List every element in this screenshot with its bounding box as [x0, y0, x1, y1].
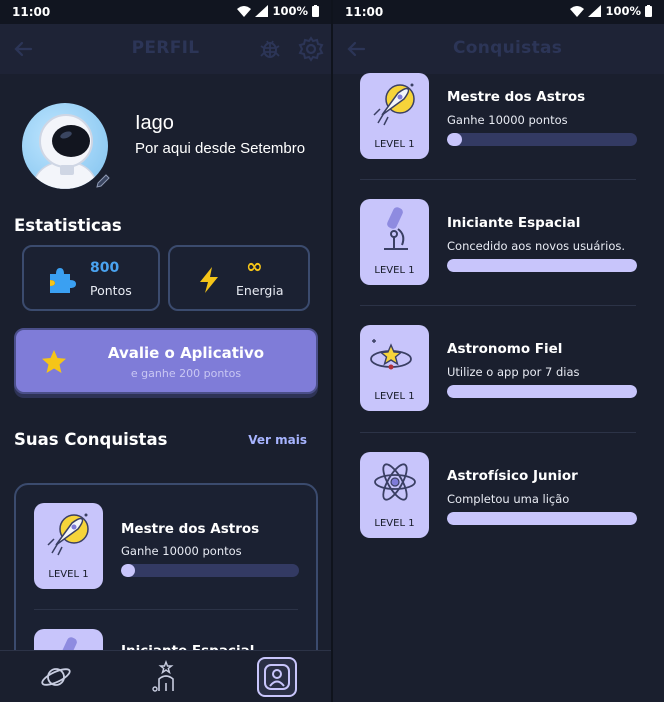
achievement-progress	[447, 512, 637, 525]
energy-card: ∞ Energia	[168, 245, 310, 311]
status-time: 11:00	[345, 5, 384, 19]
achievement-progress-fill	[447, 512, 637, 525]
profile-name: Iago	[135, 112, 174, 134]
achievement-badge: LEVEL 1	[360, 452, 429, 538]
status-bar: 11:00 100%	[333, 0, 664, 24]
rocket-icon	[373, 83, 415, 126]
see-more-link[interactable]: Ver mais	[248, 433, 307, 447]
divider	[360, 179, 636, 180]
achievement-level: LEVEL 1	[374, 265, 415, 276]
signal-icon	[255, 5, 269, 17]
achievement-title: Iniciante Espacial	[447, 215, 581, 231]
achievement-progress	[447, 259, 637, 272]
energy-label: Energia	[236, 283, 284, 298]
energy-value: ∞	[246, 254, 263, 278]
stats-title: Estatisticas	[14, 216, 122, 235]
points-card: 800 Pontos	[22, 245, 160, 311]
achievement-progress-fill	[447, 385, 637, 398]
achievement-desc: Concedido aos novos usuários.	[447, 239, 626, 253]
astronaut-icon[interactable]	[146, 659, 186, 695]
achievement-progress-fill	[447, 133, 463, 146]
profile-icon	[264, 664, 290, 690]
wifi-icon	[570, 5, 585, 17]
achievement-badge: LEVEL 1	[360, 73, 429, 159]
achievement-title: Mestre dos Astros	[447, 89, 586, 105]
achievement-level: LEVEL 1	[48, 569, 89, 580]
battery-icon	[645, 5, 652, 17]
planet-icon[interactable]	[36, 659, 76, 695]
signal-icon	[588, 5, 602, 17]
achievement-desc: Completou uma lição	[447, 492, 570, 506]
bug-report-icon[interactable]	[258, 37, 282, 61]
achievement-progress	[447, 385, 637, 398]
achievement-title: Mestre dos Astros	[121, 521, 260, 537]
atom-icon	[374, 463, 416, 501]
divider	[360, 432, 636, 433]
status-time: 11:00	[12, 5, 51, 19]
gear-icon[interactable]	[298, 36, 324, 62]
points-value: 800	[90, 260, 120, 276]
rate-app-subtitle: e ganhe 200 pontos	[130, 367, 242, 380]
lightning-icon	[200, 267, 218, 293]
edit-pencil-icon[interactable]	[94, 172, 112, 190]
achievement-level: LEVEL 1	[374, 391, 415, 402]
achievement-desc: Ganhe 10000 pontos	[121, 544, 242, 558]
achievement-progress	[447, 133, 637, 146]
rate-app-title: Avalie o Aplicativo	[107, 344, 265, 362]
achievement-badge: LEVEL 1	[360, 325, 429, 411]
microscope-icon	[384, 207, 408, 250]
achievement-badge: LEVEL 1	[360, 199, 429, 285]
status-bar: 11:00 100%	[0, 0, 331, 24]
divider	[34, 609, 298, 610]
battery-icon	[312, 5, 319, 17]
profile-screen: 11:00 100% PERFIL Iago Por aqui desde Se…	[0, 0, 331, 702]
rate-app-button[interactable]: Avalie o Aplicativo e ganhe 200 pontos	[14, 328, 318, 394]
profile-member-since: Por aqui desde Setembro	[135, 140, 306, 157]
app-bar: Conquistas	[333, 24, 664, 74]
battery-level: 100%	[272, 4, 308, 18]
wifi-icon	[237, 5, 252, 17]
achievements-title: Suas Conquistas	[14, 430, 168, 449]
page-title: Conquistas	[453, 38, 563, 58]
achievement-desc: Utilize o app por 7 dias	[447, 365, 580, 379]
bottom-nav	[0, 650, 331, 702]
divider	[360, 305, 636, 306]
rocket-icon	[47, 513, 89, 556]
achievement-badge: LEVEL 1	[34, 503, 103, 589]
achievement-title: Astronomo Fiel	[447, 341, 563, 357]
orbit-star-icon	[370, 339, 412, 370]
puzzle-icon	[50, 268, 76, 293]
achievement-title: Astrofísico Junior	[447, 468, 578, 484]
back-arrow-icon[interactable]	[345, 38, 367, 60]
achievement-progress	[121, 564, 299, 577]
achievement-progress-fill	[121, 564, 136, 577]
battery-level: 100%	[605, 4, 641, 18]
achievement-level: LEVEL 1	[374, 139, 415, 150]
points-label: Pontos	[90, 283, 132, 298]
profile-nav-button[interactable]	[257, 657, 297, 697]
achievements-screen: 11:00 100% Conquistas LEVEL 1 Mestre dos…	[333, 0, 664, 702]
achievement-desc: Ganhe 10000 pontos	[447, 113, 568, 127]
achievement-progress-fill	[447, 259, 637, 272]
app-bar: PERFIL	[0, 24, 331, 74]
achievement-level: LEVEL 1	[374, 518, 415, 529]
